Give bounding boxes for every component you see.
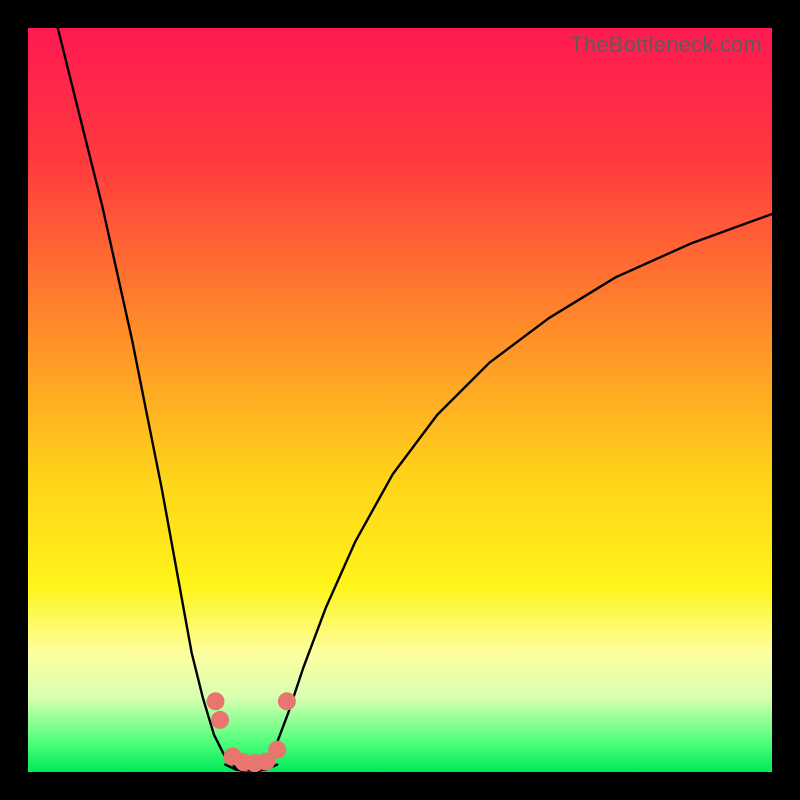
chart-frame: TheBottleneck.com [28,28,772,772]
marker-m8 [278,692,296,710]
marker-m2 [211,711,229,729]
marker-m1 [207,692,225,710]
series-right-curve [259,214,772,772]
curve-layer [28,28,772,772]
plot-area: TheBottleneck.com [28,28,772,772]
series-left-curve [58,28,244,772]
marker-m7 [268,741,286,759]
